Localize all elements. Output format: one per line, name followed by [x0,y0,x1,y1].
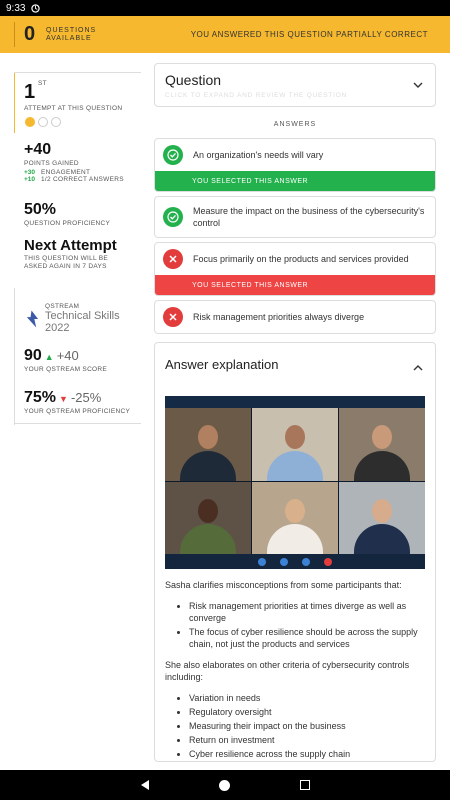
next-attempt-title: Next Attempt [24,237,117,254]
correct-label: 1/2 CORRECT ANSWERS [41,176,124,183]
attempt-suffix: ST [38,80,47,87]
participant-tile [252,408,338,481]
explanation-text: Sasha clarifies misconceptions from some… [165,579,427,769]
video-window-titlebar [165,396,425,408]
proficiency-value: 50% [24,201,57,218]
qstream-score: 90 ▲ +40 [24,347,79,365]
answer-text: Focus primarily on the products and serv… [193,254,409,264]
score-value: 90 [24,347,42,364]
question-title: Question [165,72,222,88]
attempt-dot-3 [51,117,61,127]
answer-text: An organization's needs will vary [193,150,324,160]
participant-tile [165,408,251,481]
qproficiency-delta: -25% [70,390,102,405]
answer-text: Measure the impact on the business of th… [193,206,425,228]
engagement-points: +30 [24,169,36,176]
participant-tile [165,481,251,554]
stats-panel: 1 ST ATTEMPT AT THIS QUESTION +40 POINTS… [14,72,141,425]
answer-text: Risk management priorities always diverg… [193,312,365,322]
attempt-dot-2 [38,117,48,127]
points-breakdown: +30 ENGAGEMENT +10 1/2 CORRECT ANSWERS [24,169,124,183]
selected-answer-banner: YOU SELECTED THIS ANSWER [155,275,435,295]
answer-option-4: Risk management priorities always diverg… [154,300,436,334]
selected-answer-banner: YOU SELECTED THIS ANSWER [155,171,435,191]
home-icon[interactable] [218,779,230,791]
recents-icon[interactable] [299,780,310,790]
chevron-up-icon[interactable] [413,363,423,373]
list-item: Regulatory oversight [189,706,427,718]
questions-label-line1: QUESTIONS [46,26,97,34]
video-call-image [165,396,425,569]
explanation-para-2: She also elaborates on other criteria of… [165,660,410,682]
score-label: YOUR QSTREAM SCORE [24,366,108,373]
status-bar: 9:33 [0,0,450,72]
participant-tile [339,481,425,554]
main-content: Question CLICK TO EXPAND AND REVIEW THE … [154,63,436,762]
qstream-proficiency: 75% ▼ -25% [24,389,101,407]
attempt-accent [14,73,15,133]
cross-icon [163,249,183,269]
correct-points: +10 [24,176,36,183]
answer-option-2: Measure the impact on the business of th… [154,196,436,238]
list-item: Measuring their impact on the business [189,720,427,732]
explanation-list-1: Risk management priorities at times dive… [165,600,427,650]
qstream-logo-icon [26,310,39,327]
explanation-list-2: Variation in needs Regulatory oversight … [165,692,427,760]
video-controls [165,554,425,569]
answer-explanation-card: Answer explanation Sasha clarifies misco… [154,342,436,762]
list-item: Return on investment [189,734,427,746]
points-gained: +40 [24,141,52,158]
list-item: Risk management priorities at times dive… [189,600,427,624]
next-attempt-line2: ASKED AGAIN IN 7 DAYS [24,263,107,270]
qstream-header: QSTREAM Technical Skills 2022 [24,303,141,334]
question-card[interactable]: Question CLICK TO EXPAND AND REVIEW THE … [154,63,436,107]
qproficiency-value: 75% [24,389,57,406]
sync-icon [31,3,41,13]
share-icon [280,557,288,566]
check-icon [163,145,183,165]
explanation-title[interactable]: Answer explanation [155,343,435,372]
answer-option-3: Focus primarily on the products and serv… [154,242,436,296]
next-attempt-line1: THIS QUESTION WILL BE [24,255,109,262]
qproficiency-label: YOUR QSTREAM PROFICIENCY [24,408,131,415]
attempt-number: 1 [24,81,36,103]
score-delta: +40 [56,348,79,363]
chevron-down-icon[interactable] [413,80,423,90]
qstream-accent [14,288,15,425]
answers-heading: ANSWERS [273,121,317,128]
questions-available-count: 0 [24,23,36,45]
end-call-icon [324,557,332,566]
engagement-label: ENGAGEMENT [41,169,91,176]
result-message: YOU ANSWERED THIS QUESTION PARTIALLY COR… [190,30,428,39]
list-item: The focus of cyber resilience should be … [189,626,427,650]
list-item: Cyber resilience across the supply chain [189,748,427,760]
participant-tile [339,408,425,481]
mic-icon [302,557,310,566]
explanation-para-1: Sasha clarifies misconceptions from some… [165,580,402,590]
status-time: 9:33 [6,2,26,14]
question-subtitle: CLICK TO EXPAND AND REVIEW THE QUESTION [165,92,348,99]
up-arrow-icon: ▲ [44,352,54,362]
proficiency-label: QUESTION PROFICIENCY [24,220,111,227]
qstream-label: QSTREAM [45,303,80,310]
attempt-dot-1 [25,117,35,127]
attempt-dots [25,117,61,127]
back-icon[interactable] [140,780,149,790]
qstream-title: Technical Skills 2022 [45,310,120,334]
result-header: 0 QUESTIONS AVAILABLE YOU ANSWERED THIS … [0,16,450,53]
list-item: Variation in needs [189,692,427,704]
answer-option-1: An organization's needs will vary YOU SE… [154,138,436,192]
check-icon [163,207,183,227]
cross-icon [163,307,183,327]
questions-label-line2: AVAILABLE [46,34,92,42]
header-divider [14,22,15,47]
down-arrow-icon: ▼ [59,394,68,404]
system-nav-bar [0,770,450,800]
participant-tile [252,481,338,554]
camera-icon [258,557,266,566]
questions-available-label: QUESTIONS AVAILABLE [46,27,96,43]
video-participant-grid [165,408,425,554]
attempt-label: ATTEMPT AT THIS QUESTION [24,105,123,112]
points-label: POINTS GAINED [24,160,79,167]
